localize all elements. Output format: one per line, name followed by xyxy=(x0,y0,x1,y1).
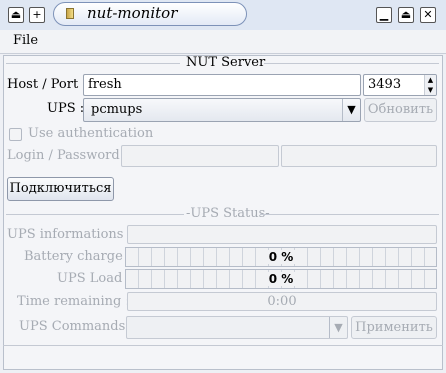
group-separator xyxy=(260,214,439,215)
connect-button[interactable]: Подключиться xyxy=(7,177,114,201)
ups-commands-label: UPS Commands : xyxy=(19,319,134,334)
chevron-down-icon: ▼ xyxy=(342,99,360,121)
nut-server-title: NUT Server xyxy=(186,55,266,70)
ups-select-value: pcmups xyxy=(91,102,143,117)
use-auth-checkbox[interactable] xyxy=(9,128,22,141)
ups-informations-value xyxy=(127,225,437,244)
status-bar-divider xyxy=(3,345,443,346)
port-spinbox[interactable]: 3493 ▲ ▼ xyxy=(363,74,437,96)
battery-charge-text: 0 % xyxy=(266,250,296,264)
ups-label: UPS : xyxy=(47,101,85,116)
time-remaining-label: Time remaining : xyxy=(17,294,130,309)
use-auth-label: Use authentication xyxy=(28,126,154,141)
host-port-label: Host / Port : xyxy=(7,77,87,92)
spin-arrows-icon[interactable]: ▲ ▼ xyxy=(424,75,436,95)
password-input[interactable] xyxy=(281,145,437,167)
group-separator xyxy=(6,63,180,64)
chevron-down-icon: ▼ xyxy=(329,317,347,338)
minimize-button[interactable]: ▁ xyxy=(376,7,392,23)
window-title: nut-monitor xyxy=(87,4,178,22)
battery-charge-bar: 0 % xyxy=(125,247,437,267)
battery-charge-label: Battery charge : xyxy=(24,249,132,264)
maximize-button[interactable]: ⏏ xyxy=(398,7,414,23)
ups-informations-label: UPS informations : xyxy=(7,227,132,242)
group-separator xyxy=(6,214,184,215)
menu-bar xyxy=(0,30,446,54)
login-password-label: Login / Password : xyxy=(7,148,129,163)
window-sticky-button[interactable]: + xyxy=(29,7,45,23)
window-menu-button[interactable]: ⏏ xyxy=(8,7,24,23)
login-input[interactable] xyxy=(121,145,279,167)
time-remaining-value: 0:00 xyxy=(127,292,437,311)
close-button[interactable]: ✕ xyxy=(420,7,436,23)
menu-file[interactable]: File xyxy=(13,33,38,48)
port-value: 3493 xyxy=(368,77,402,92)
ups-select[interactable]: pcmups ▼ xyxy=(83,98,361,122)
title-bar: ⏏ + nut-monitor ▁ ⏏ ✕ xyxy=(0,0,446,30)
ups-load-bar: 0 % xyxy=(125,269,437,289)
ups-load-label: UPS Load : xyxy=(57,271,131,286)
refresh-button[interactable]: Обновить xyxy=(364,98,437,122)
application-window: ⏏ + nut-monitor ▁ ⏏ ✕ File NUT Server Ho… xyxy=(0,0,446,373)
battery-icon xyxy=(66,8,74,19)
ups-commands-select[interactable]: ▼ xyxy=(126,316,348,339)
ups-load-text: 0 % xyxy=(266,272,296,286)
apply-button[interactable]: Применить xyxy=(351,316,437,339)
host-input[interactable]: fresh xyxy=(83,74,361,96)
group-separator xyxy=(264,63,439,64)
ups-status-title: ‑UPS Status‑ xyxy=(186,206,270,221)
